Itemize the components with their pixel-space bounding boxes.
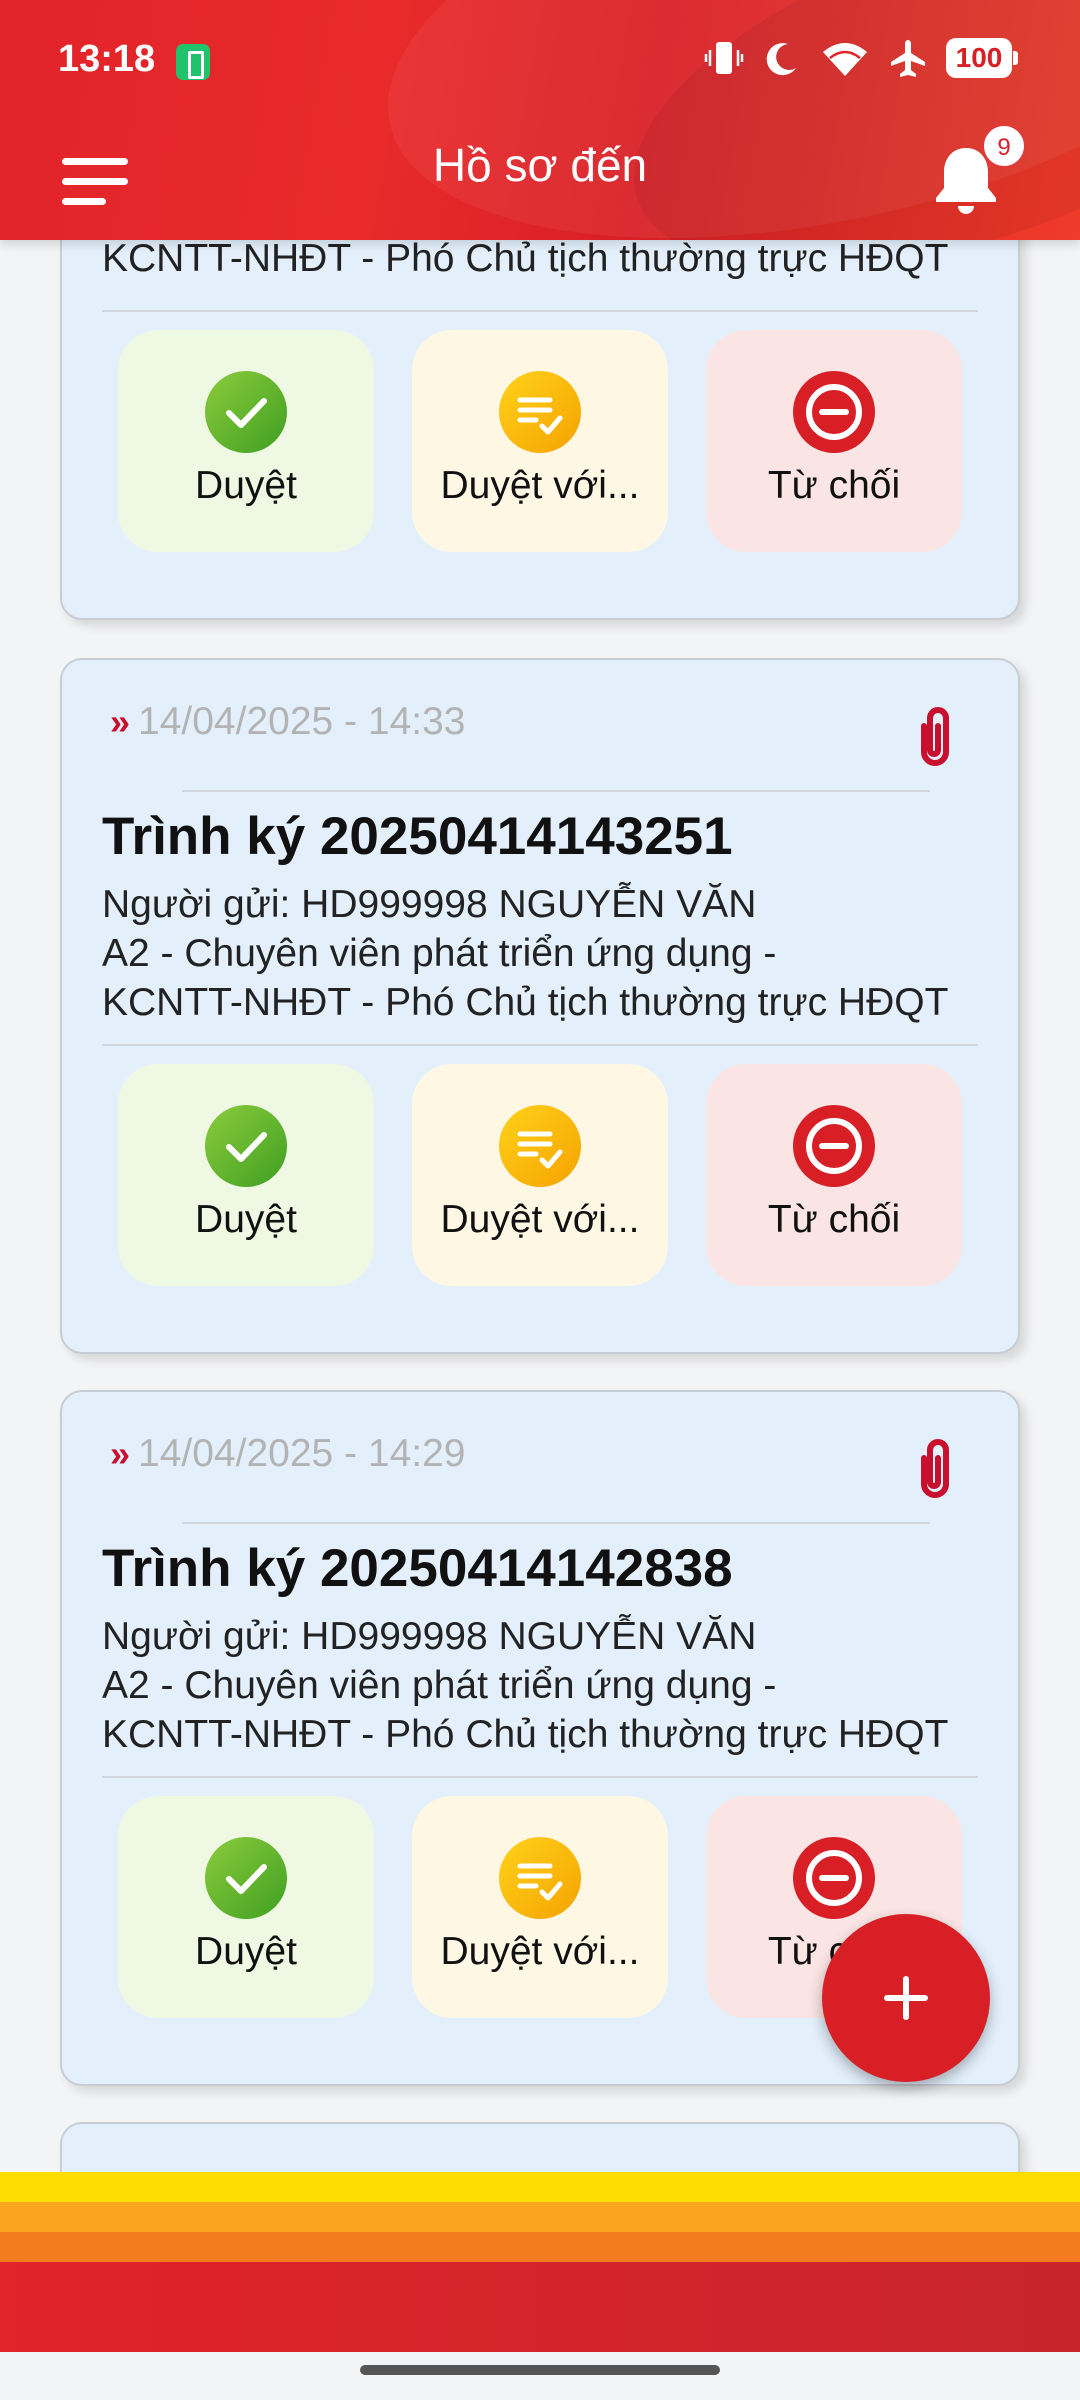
approve-with-comment-button[interactable]: Duyệt với... — [412, 330, 668, 552]
card-date: 14/04/2025 - 14:29 — [138, 1432, 466, 1475]
reject-label: Từ chối — [767, 1198, 901, 1241]
status-bar: 13:18 100 — [0, 0, 1080, 120]
notification-badge: 9 — [982, 124, 1026, 168]
minus-circle-icon — [792, 1836, 876, 1920]
card-sender-line: KCNTT-NHĐT - Phó Chủ tịch thường trực HĐ… — [102, 1713, 949, 1756]
wifi-icon — [820, 38, 870, 78]
list-check-icon — [498, 1836, 582, 1920]
card-title: Trình ký 20250414142838 — [102, 1539, 733, 1598]
paperclip-icon[interactable] — [910, 1436, 960, 1504]
double-chevron-right-icon: » — [110, 701, 131, 742]
add-button[interactable] — [822, 1914, 990, 2082]
document-card[interactable] — [60, 2122, 1020, 2175]
card-title: Trình ký 20250414143251 — [102, 807, 733, 866]
reject-label: Từ chối — [767, 464, 901, 507]
home-indicator[interactable] — [360, 2365, 720, 2375]
status-time: 13:18 — [58, 38, 156, 80]
check-circle-icon — [204, 1836, 288, 1920]
check-circle-icon — [204, 1104, 288, 1188]
navigation-bar — [0, 2352, 1080, 2400]
approve-with-comment-button[interactable]: Duyệt với... — [412, 1064, 668, 1286]
reject-button[interactable]: Từ chối — [706, 1064, 962, 1286]
check-circle-icon — [204, 370, 288, 454]
approve-with-label: Duyệt với... — [440, 464, 640, 507]
app-header: 13:18 100 Hồ sơ đến 9 — [0, 0, 1080, 240]
approve-with-label: Duyệt với... — [440, 1930, 640, 1973]
notification-button[interactable]: 9 — [920, 124, 1026, 224]
approve-label: Duyệt — [195, 1930, 297, 1973]
page-title: Hồ sơ đến — [432, 139, 648, 191]
card-sender-line: Người gửi: HD999998 NGUYỄN VĂN — [102, 1615, 757, 1658]
approve-button[interactable]: Duyệt — [118, 1796, 374, 2018]
double-chevron-right-icon: » — [110, 1433, 131, 1474]
card-sender-line: A2 - Chuyên viên phát triển ứng dụng - — [102, 1664, 777, 1707]
vibrate-icon — [704, 38, 744, 78]
approve-label: Duyệt — [195, 464, 297, 507]
list-check-icon — [498, 370, 582, 454]
battery-indicator: 100 — [946, 38, 1018, 78]
card-sender-line: Người gửi: HD999998 NGUYỄN VĂN — [102, 883, 757, 926]
reject-button[interactable]: Từ chối — [706, 330, 962, 552]
card-sender-tail: KCNTT-NHĐT - Phó Chủ tịch thường trực HĐ… — [102, 237, 949, 280]
approve-button[interactable]: Duyệt — [118, 330, 374, 552]
card-sender: Người gửi: HD999998 NGUYỄN VĂN A2 - Chuy… — [102, 1612, 1002, 1759]
card-divider — [102, 310, 978, 312]
approve-button[interactable]: Duyệt — [118, 1064, 374, 1286]
decorative-stripes — [0, 2172, 1080, 2352]
battery-saver-icon — [176, 44, 210, 80]
card-sender-line: KCNTT-NHĐT - Phó Chủ tịch thường trực HĐ… — [102, 981, 949, 1024]
card-sender: Người gửi: HD999998 NGUYỄN VĂN A2 - Chuy… — [102, 880, 1002, 1027]
card-divider — [102, 1776, 978, 1778]
airplane-icon — [888, 38, 928, 78]
card-sender-line: A2 - Chuyên viên phát triển ứng dụng - — [102, 932, 777, 975]
card-divider — [182, 1522, 930, 1524]
minus-circle-icon — [792, 370, 876, 454]
minus-circle-icon — [792, 1104, 876, 1188]
list-check-icon — [498, 1104, 582, 1188]
card-divider — [182, 790, 930, 792]
approve-with-comment-button[interactable]: Duyệt với... — [412, 1796, 668, 2018]
moon-icon — [762, 38, 802, 78]
document-list[interactable]: KCNTT-NHĐT - Phó Chủ tịch thường trực HĐ… — [0, 0, 1080, 2175]
approve-with-label: Duyệt với... — [440, 1198, 640, 1241]
card-date: 14/04/2025 - 14:33 — [138, 700, 466, 743]
approve-label: Duyệt — [195, 1198, 297, 1241]
document-card[interactable]: » 14/04/2025 - 14:33 Trình ký 2025041414… — [60, 658, 1020, 1354]
paperclip-icon[interactable] — [910, 704, 960, 772]
card-divider — [102, 1044, 978, 1046]
